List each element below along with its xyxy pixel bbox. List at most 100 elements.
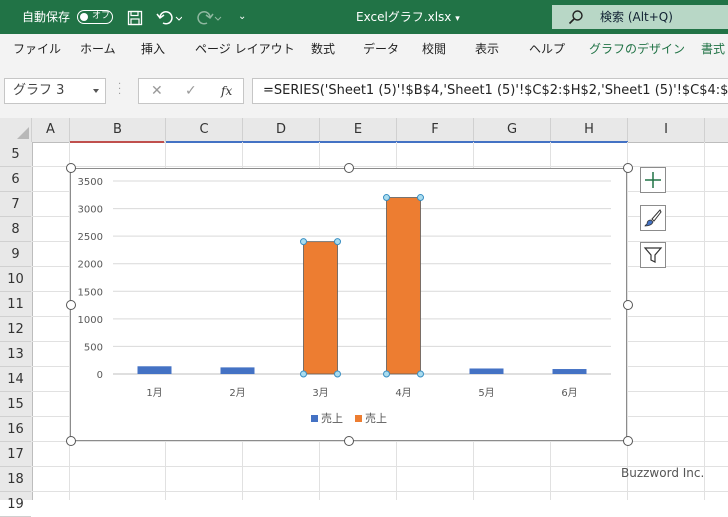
row-header[interactable]: 17: [0, 442, 31, 467]
tab-file[interactable]: ファイル: [13, 34, 61, 64]
file-name[interactable]: Excelグラフ.xlsx ▾: [356, 0, 460, 34]
insert-function-icon[interactable]: fx: [221, 79, 232, 103]
x-tick-label: 6月: [561, 387, 577, 399]
data-point-handle[interactable]: [417, 194, 424, 202]
drag-handle-icon[interactable]: · · ·: [118, 80, 122, 100]
legend-swatch: [355, 415, 362, 422]
formula-text: =SERIES('Sheet1 (5)'!$B$4,'Sheet1 (5)'!$…: [263, 83, 728, 98]
row-header[interactable]: 15: [0, 392, 31, 417]
resize-handle-bottom-right[interactable]: [623, 436, 633, 446]
plus-icon: [645, 172, 661, 188]
x-tick-label: 2月: [229, 387, 245, 399]
row-header[interactable]: 18: [0, 467, 31, 492]
y-tick-label: 1500: [78, 287, 103, 298]
resize-handle-bottom-left[interactable]: [66, 436, 76, 446]
tab-home[interactable]: ホーム: [80, 34, 116, 64]
tab-insert[interactable]: 挿入: [141, 34, 165, 64]
row-header[interactable]: 7: [0, 192, 31, 217]
enter-icon[interactable]: ✓: [185, 79, 197, 103]
tab-view[interactable]: 表示: [475, 34, 499, 64]
cancel-icon[interactable]: ✕: [151, 79, 163, 103]
data-point-handle[interactable]: [334, 370, 341, 378]
formula-input[interactable]: =SERIES('Sheet1 (5)'!$B$4,'Sheet1 (5)'!$…: [252, 78, 728, 104]
name-box[interactable]: グラフ 3: [4, 78, 106, 104]
column-header-f[interactable]: F: [397, 118, 474, 142]
row-header[interactable]: 5: [0, 142, 31, 167]
row-header[interactable]: 19: [0, 492, 31, 517]
resize-handle-top-right[interactable]: [623, 163, 633, 173]
data-point-handle[interactable]: [334, 238, 341, 246]
row-header[interactable]: 9: [0, 242, 31, 267]
file-name-text: Excelグラフ.xlsx: [356, 10, 452, 24]
data-point-handle[interactable]: [417, 370, 424, 378]
resize-handle-left[interactable]: [66, 300, 76, 310]
tab-help[interactable]: ヘルプ: [529, 34, 565, 64]
customize-quick-access-icon[interactable]: ⌄: [238, 0, 246, 34]
bar[interactable]: [552, 369, 587, 374]
chart-plot[interactable]: 0 500 1000 1500 2000 2500 3000 3500 1月 2月 3月 4月 5月 6月…: [71, 169, 626, 440]
bar[interactable]: [220, 367, 255, 374]
row-gridline: [32, 491, 728, 492]
bar[interactable]: [386, 197, 421, 375]
column-header-d[interactable]: D: [243, 118, 320, 142]
bar[interactable]: [137, 366, 172, 374]
autosave-toggle[interactable]: オフ: [77, 10, 113, 24]
y-tick-label: 2500: [78, 232, 103, 243]
legend-swatch: [311, 415, 318, 422]
filter-icon: [643, 247, 663, 263]
column-header-g[interactable]: G: [474, 118, 551, 142]
select-all-button[interactable]: [0, 118, 32, 142]
chart-elements-button[interactable]: [640, 167, 666, 193]
column-header-b[interactable]: B: [70, 118, 166, 142]
tab-data[interactable]: データ: [363, 34, 399, 64]
resize-handle-right[interactable]: [623, 300, 633, 310]
row-header[interactable]: 8: [0, 217, 31, 242]
watermark: Buzzword Inc.: [621, 466, 705, 480]
row-header[interactable]: 10: [0, 267, 31, 292]
y-tick-label: 2000: [78, 260, 103, 271]
search-box[interactable]: 検索 (Alt+Q): [552, 5, 728, 29]
column-headers: A B C D E F G H I: [0, 118, 728, 143]
tab-page-layout[interactable]: ページ レイアウト: [195, 34, 295, 64]
row-header[interactable]: 12: [0, 317, 31, 342]
formula-buttons: ✕ ✓ fx: [138, 78, 244, 104]
data-point-handle[interactable]: [383, 194, 390, 202]
tab-review[interactable]: 校閲: [422, 34, 446, 64]
chart-filters-button[interactable]: [640, 242, 666, 268]
column-header-h[interactable]: H: [551, 118, 628, 142]
tab-chart-design[interactable]: グラフのデザイン: [589, 34, 685, 64]
column-header-c[interactable]: C: [166, 118, 243, 142]
legend-label: 売上: [321, 412, 343, 425]
resize-handle-top-left[interactable]: [66, 163, 76, 173]
bar[interactable]: [303, 241, 338, 375]
data-point-handle[interactable]: [300, 238, 307, 246]
tab-format[interactable]: 書式: [701, 34, 725, 64]
row-header[interactable]: 16: [0, 417, 31, 442]
y-tick-label: 0: [97, 370, 103, 381]
data-point-handle[interactable]: [300, 370, 307, 378]
autosave-state: オフ: [92, 11, 111, 21]
row-header[interactable]: 6: [0, 167, 31, 192]
resize-handle-top[interactable]: [344, 163, 354, 173]
bar[interactable]: [469, 368, 504, 374]
row-header[interactable]: 11: [0, 292, 31, 317]
redo-icon[interactable]: [196, 0, 222, 34]
resize-handle-bottom[interactable]: [344, 436, 354, 446]
column-gridline: [627, 142, 628, 500]
row-header[interactable]: 14: [0, 367, 31, 392]
column-header-e[interactable]: E: [320, 118, 397, 142]
undo-icon[interactable]: [156, 0, 183, 34]
name-box-dropdown-icon[interactable]: [93, 89, 99, 93]
y-tick-label: 500: [84, 342, 103, 353]
search-icon: [568, 10, 583, 25]
chart-area[interactable]: 0 500 1000 1500 2000 2500 3000 3500 1月 2月 3月 4月 5月 6月…: [70, 168, 627, 441]
chart-styles-button[interactable]: [640, 205, 666, 231]
save-icon[interactable]: [127, 0, 143, 34]
tab-formulas[interactable]: 数式: [311, 34, 335, 64]
file-name-chevron-icon: ▾: [455, 14, 460, 24]
data-point-handle[interactable]: [383, 370, 390, 378]
column-header-i[interactable]: I: [628, 118, 705, 142]
y-tick-label: 1000: [78, 315, 103, 326]
row-header[interactable]: 13: [0, 342, 31, 367]
column-header-a[interactable]: A: [32, 118, 70, 142]
